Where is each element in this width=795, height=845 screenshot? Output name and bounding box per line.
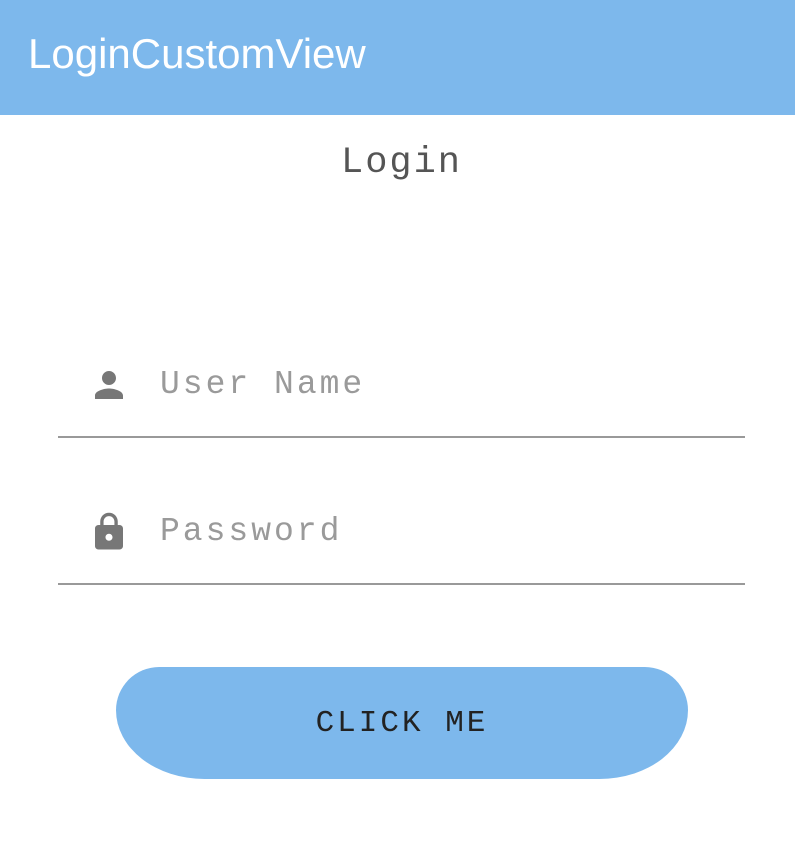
click-me-button[interactable]: CLICK ME [116, 667, 688, 779]
password-input[interactable] [160, 505, 720, 557]
password-field-container [58, 505, 745, 585]
lock-icon [95, 512, 123, 550]
username-input[interactable] [160, 358, 720, 410]
login-heading: Login [340, 142, 463, 184]
person-icon [95, 371, 123, 399]
app-bar: LoginCustomView [0, 0, 795, 115]
app-title: LoginCustomView [28, 30, 366, 77]
username-field-container [58, 358, 745, 438]
